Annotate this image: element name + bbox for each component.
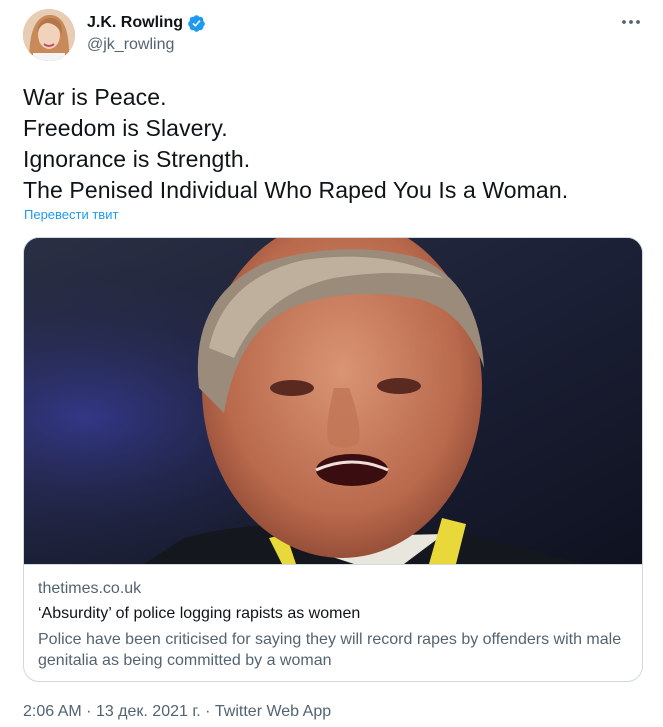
tweet-metadata: 2:06 AM · 13 дек. 2021 г. · Twitter Web … — [23, 703, 331, 721]
tweet-date[interactable]: 13 дек. 2021 г. — [96, 703, 201, 720]
card-image[interactable] — [24, 238, 642, 564]
more-options-icon[interactable] — [617, 10, 645, 34]
author-handle[interactable]: @jk_rowling — [87, 36, 174, 54]
tweet-time[interactable]: 2:06 AM — [23, 703, 82, 720]
card-title: ‘Absurdity’ of police logging rapists as… — [38, 605, 361, 622]
tweet-line: War is Peace. — [23, 84, 167, 110]
tweet-line: The Penised Individual Who Raped You Is … — [23, 177, 569, 203]
verified-badge-icon — [187, 14, 206, 33]
tweet-source-link[interactable]: Twitter Web App — [215, 703, 331, 720]
meta-separator: · — [86, 703, 92, 720]
card-divider — [24, 564, 642, 565]
avatar[interactable] — [23, 9, 75, 61]
link-card[interactable]: thetimes.co.uk ‘Absurdity’ of police log… — [23, 237, 643, 682]
tweet-line: Freedom is Slavery. — [23, 115, 228, 141]
card-domain: thetimes.co.uk — [38, 580, 142, 597]
card-description: Police have been criticised for saying t… — [38, 631, 622, 669]
tweet: J.K. Rowling @jk_rowling War is Peace. F… — [0, 0, 663, 727]
meta-separator: · — [205, 703, 211, 720]
author-name-row[interactable]: J.K. Rowling — [87, 12, 206, 34]
translate-tweet-link[interactable]: Перевести твит — [24, 207, 118, 222]
author-display-name[interactable]: J.K. Rowling — [87, 14, 183, 32]
tweet-text: War is Peace. Freedom is Slavery. Ignora… — [23, 82, 643, 206]
tweet-line: Ignorance is Strength. — [23, 146, 251, 172]
